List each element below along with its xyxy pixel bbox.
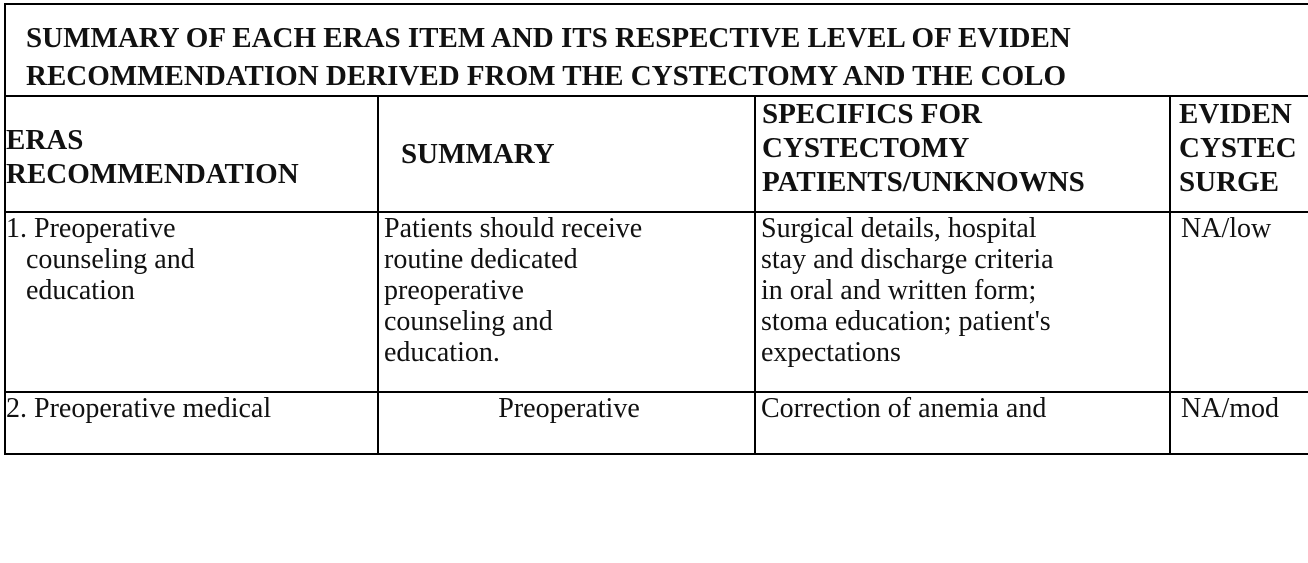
header-summary-line-1: SUMMARY xyxy=(401,138,555,170)
specifics-line: Surgical details, hospital xyxy=(761,213,1037,244)
cell-recommendation: 1. Preoperative counseling and education xyxy=(4,211,379,393)
specifics-line: Correction of anemia and xyxy=(761,393,1047,424)
cell-summary: Patients should receive routine dedicate… xyxy=(377,211,756,393)
eras-summary-table: SUMMARY OF EACH ERAS ITEM AND ITS RESPEC… xyxy=(3,3,1308,455)
cell-summary: Preoperative xyxy=(377,391,756,455)
table-title: SUMMARY OF EACH ERAS ITEM AND ITS RESPEC… xyxy=(3,3,1308,97)
header-summary: SUMMARY xyxy=(377,95,756,213)
specifics-line: stay and discharge criteria xyxy=(761,244,1054,275)
header-evidence-line-2: CYSTEC xyxy=(1179,132,1297,164)
header-eras-recommendation-line-1: ERAS xyxy=(6,124,84,156)
table-row: 1. Preoperative counseling and education… xyxy=(4,211,1308,393)
summary-line: education. xyxy=(384,337,500,368)
header-specifics: SPECIFICS FOR CYSTECTOMY PATIENTS/UNKNOW… xyxy=(754,95,1171,213)
summary-line: preoperative xyxy=(384,275,524,306)
table-title-row: SUMMARY OF EACH ERAS ITEM AND ITS RESPEC… xyxy=(3,3,1308,97)
summary-line: counseling and xyxy=(384,306,553,337)
summary-line: Patients should receive xyxy=(384,213,643,244)
table-title-line-2: RECOMMENDATION DERIVED FROM THE CYSTECTO… xyxy=(26,60,1067,92)
evidence-value: NA/low xyxy=(1181,213,1272,244)
cell-evidence: NA/mod xyxy=(1168,391,1308,455)
header-evidence-line-1: EVIDEN xyxy=(1179,98,1292,130)
recommendation-line: counseling and xyxy=(26,244,195,275)
recommendation-line: 1. Preoperative xyxy=(6,213,176,244)
header-specifics-line-1: SPECIFICS FOR xyxy=(762,98,982,130)
table-header-row: ERAS RECOMMENDATION SUMMARY SPECIFICS FO… xyxy=(4,95,1308,213)
header-specifics-line-2: CYSTECTOMY xyxy=(762,132,970,164)
header-eras-recommendation: ERAS RECOMMENDATION xyxy=(4,95,379,213)
evidence-value: NA/mod xyxy=(1181,393,1279,424)
table-row: 2. Preoperative medical Preoperative Cor… xyxy=(4,391,1308,455)
eras-summary-table-container: SUMMARY OF EACH ERAS ITEM AND ITS RESPEC… xyxy=(3,3,1308,563)
header-evidence-line-3: SURGE xyxy=(1179,166,1279,198)
header-specifics-line-3: PATIENTS/UNKNOWNS xyxy=(762,166,1085,198)
header-eras-recommendation-line-2: RECOMMENDATION xyxy=(6,158,299,190)
cell-evidence: NA/low xyxy=(1168,211,1308,393)
recommendation-line: education xyxy=(26,275,135,306)
summary-line: Preoperative xyxy=(498,393,640,424)
recommendation-line: 2. Preoperative medical xyxy=(6,393,272,424)
summary-line: routine dedicated xyxy=(384,244,578,275)
specifics-line: in oral and written form; xyxy=(761,275,1037,306)
cell-recommendation: 2. Preoperative medical xyxy=(4,391,379,455)
table-title-line-1: SUMMARY OF EACH ERAS ITEM AND ITS RESPEC… xyxy=(26,22,1071,54)
cell-specifics: Correction of anemia and xyxy=(754,391,1171,455)
cell-specifics: Surgical details, hospital stay and disc… xyxy=(754,211,1171,393)
specifics-line: stoma education; patient's xyxy=(761,306,1051,337)
specifics-line: expectations xyxy=(761,337,901,368)
header-evidence: EVIDEN CYSTEC SURGE xyxy=(1168,95,1308,213)
